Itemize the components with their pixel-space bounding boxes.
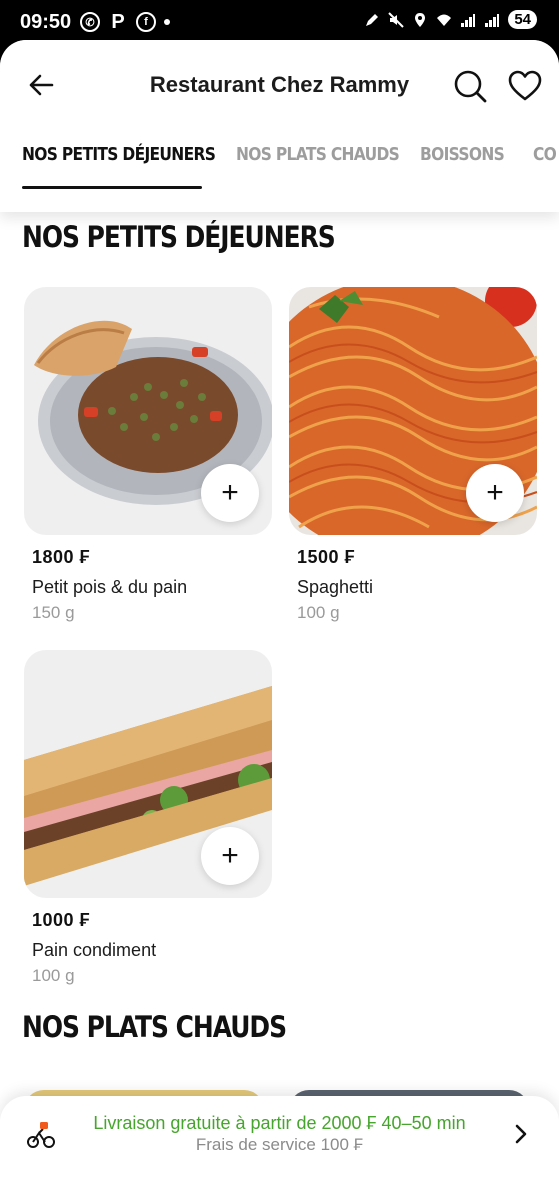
add-to-cart-button[interactable]: + [201,464,259,522]
product-weight: 100 g [297,603,340,622]
product-weight: 100 g [32,966,75,985]
tab-nos-plats-chauds[interactable]: NOS PLATS CHAUDS [236,144,400,165]
signal-icon [461,13,476,27]
notification-icons: ✆ P f [80,10,170,33]
product-name: Petit pois & du pain [32,577,188,597]
parking-icon: P [111,10,125,33]
heart-icon [508,70,542,101]
product-price: 1000 ₣ [32,910,91,930]
app-screen: Restaurant Chez Rammy NOS PETITS DÉJEUNE… [0,40,559,1200]
product-price: 1500 ₣ [297,547,356,567]
whatsapp-icon: ✆ [80,12,100,32]
status-time: 09:50 [20,11,72,33]
battery-indicator: 54 [508,10,537,29]
facebook-icon: f [136,12,156,32]
favorite-button[interactable] [505,66,545,106]
signal-icon-2 [485,13,500,27]
add-to-cart-button[interactable]: + [466,464,524,522]
add-to-cart-button[interactable]: + [201,827,259,885]
product-name: Spaghetti [297,577,374,597]
tab-nos-petits-dejeuners[interactable]: NOS PETITS DÉJEUNERS [22,144,216,165]
system-icons: 54 [364,10,537,29]
search-button[interactable] [450,66,490,106]
product-image-petit-pois[interactable]: + [24,287,272,535]
location-icon [415,12,426,27]
chevron-right-icon [515,1124,527,1144]
pen-icon [366,13,379,26]
product-name: Pain condiment [32,940,157,960]
delivery-banner[interactable]: Livraison gratuite à partir de 2000 ₣ 40… [0,1096,559,1176]
product-card[interactable]: + 1800 ₣ Petit pois & du pain 150 g [24,287,272,627]
section-title-petits-dejeuners: NOS PETITS DÉJEUNERS [22,220,336,254]
tab-boissons[interactable]: BOISSONS [420,144,505,165]
section-title-plats-chauds: NOS PLATS CHAUDS [22,1010,287,1044]
mute-icon [388,11,405,28]
product-weight: 150 g [32,603,75,622]
product-card[interactable]: + 1000 ₣ Pain condiment 100 g [24,650,272,990]
active-tab-indicator [22,186,202,189]
product-image-spaghetti[interactable]: + [289,287,537,535]
delivery-info: Livraison gratuite à partir de 2000 ₣ 40… [93,1113,466,1133]
header: Restaurant Chez Rammy NOS PETITS DÉJEUNE… [0,40,559,212]
product-price: 1800 ₣ [32,547,91,567]
search-icon [454,70,487,103]
more-notifications-icon [164,19,170,25]
navigation-bar [0,1176,559,1200]
tab-co[interactable]: CO [533,144,557,165]
wifi-icon [437,14,452,26]
product-image-pain-condiment[interactable]: + [24,650,272,898]
product-card[interactable]: + 1500 ₣ Spaghetti 100 g [289,287,537,627]
status-bar: 09:50 ✆ P f 54 [0,0,559,44]
service-fee: Frais de service 100 ₣ [195,1135,364,1154]
